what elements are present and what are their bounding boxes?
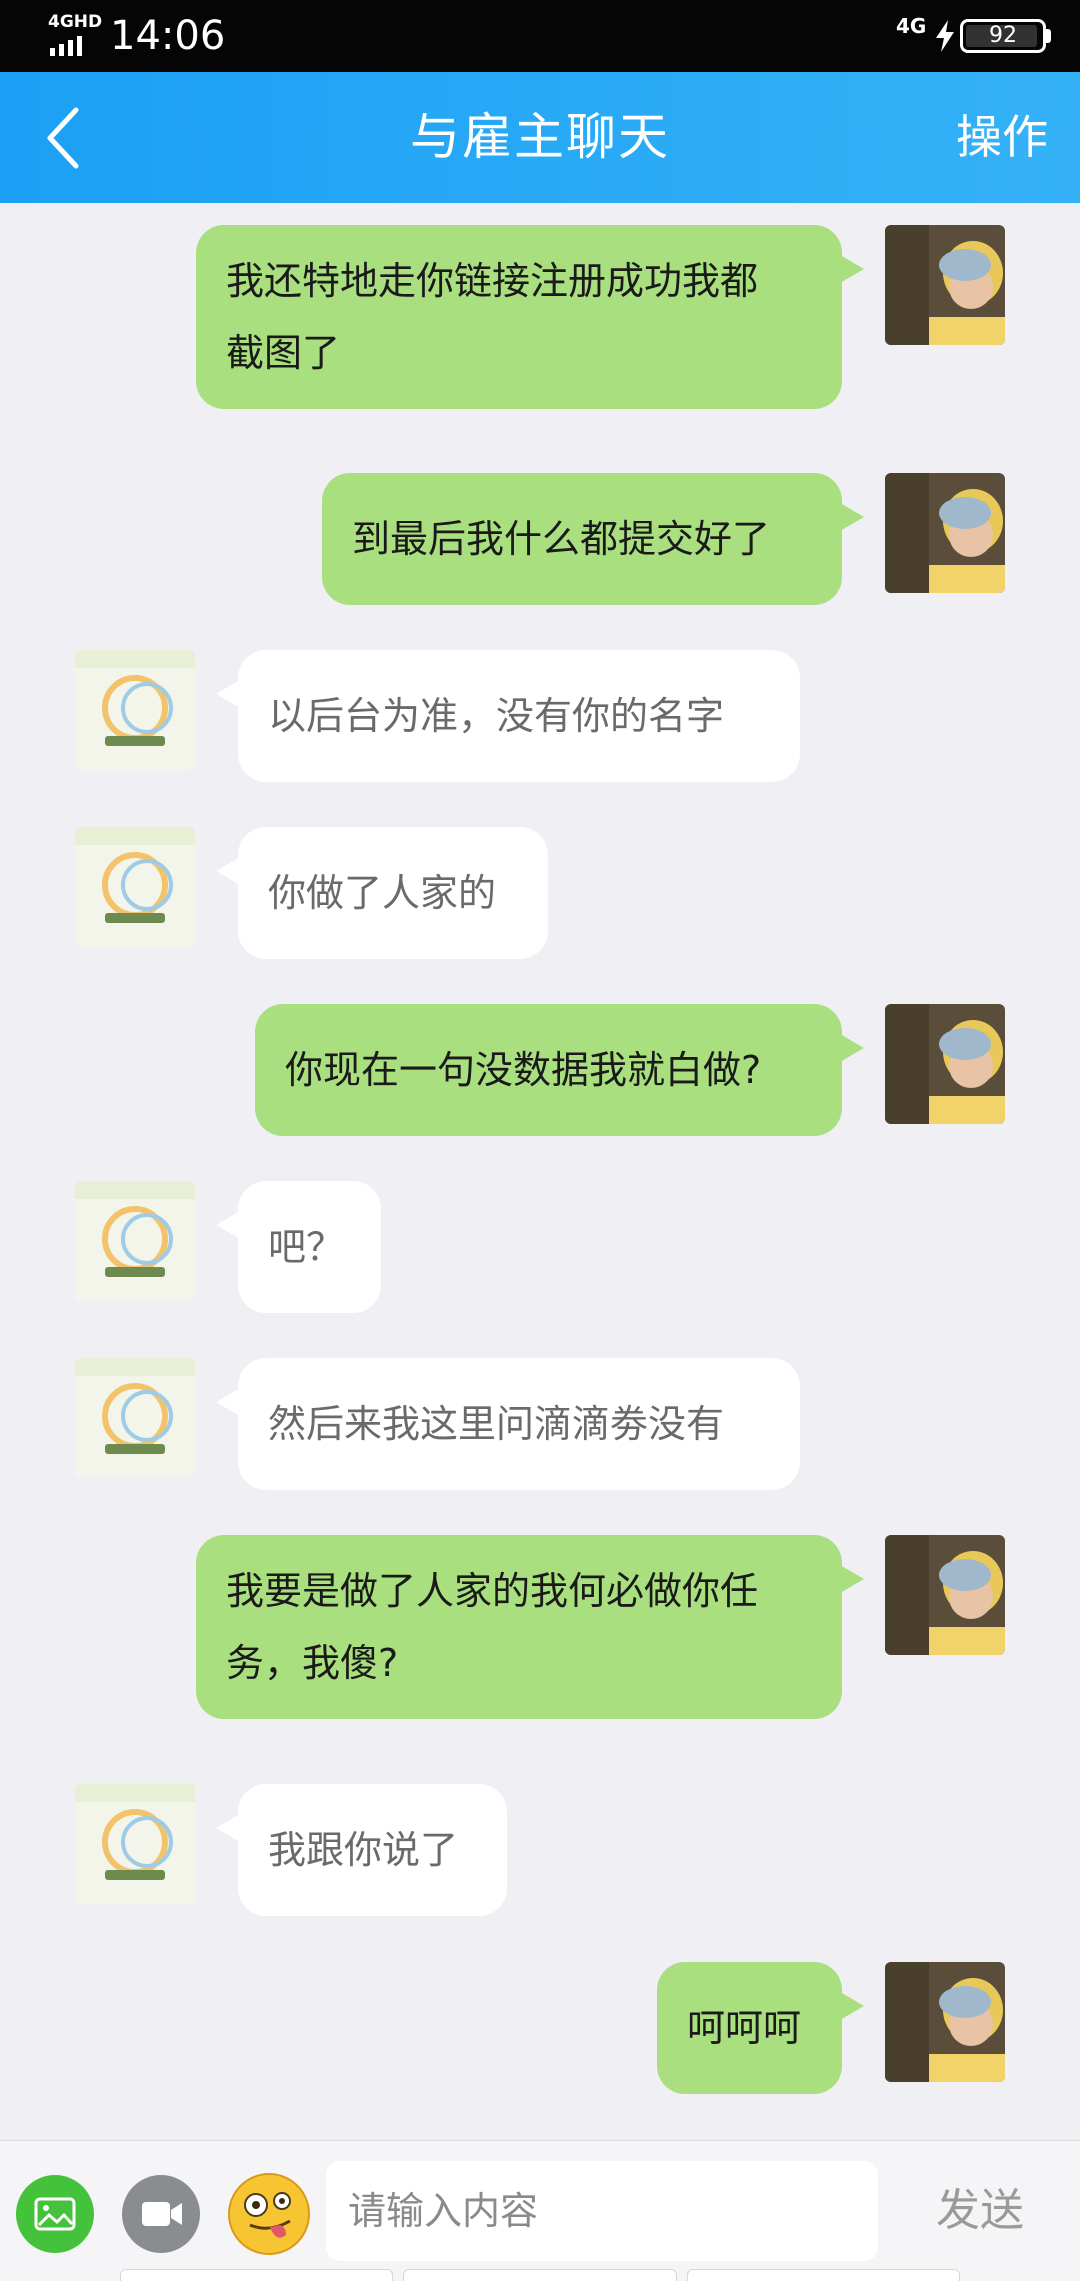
message-bubble-other[interactable]: 吧？ — [216, 1181, 381, 1313]
message-text: 吧？ — [268, 1225, 345, 1269]
video-button[interactable] — [122, 2175, 200, 2253]
employer-avatar[interactable] — [75, 1181, 195, 1301]
battery-icon: 92 — [960, 19, 1046, 53]
emoji-icon — [228, 2173, 310, 2255]
status-bar: 4GHD 14:06 4G 92 — [0, 0, 1080, 72]
network-type-label: 4GHD — [48, 12, 103, 32]
employer-avatar[interactable] — [75, 1784, 195, 1904]
keyboard-suggestion-strip — [120, 2269, 960, 2281]
message-bubble-self[interactable]: 你现在一句没数据我就白做? — [255, 1004, 864, 1136]
employer-avatar[interactable] — [75, 650, 195, 770]
message-text-line: 我还特地走你链接注册成功我都 — [226, 259, 759, 303]
battery-level: 92 — [989, 23, 1017, 48]
message-list[interactable]: 我还特地走你链接注册成功我都 截图了 到最后我什么都提交好了 以后台为准，没有你… — [0, 203, 1080, 2140]
self-avatar[interactable] — [885, 1962, 1005, 2082]
self-avatar[interactable] — [885, 225, 1005, 345]
image-button[interactable] — [16, 2175, 94, 2253]
self-avatar[interactable] — [885, 1004, 1005, 1124]
input-bar: 发送 — [0, 2140, 1080, 2281]
message-text: 以后台为准，没有你的名字 — [268, 694, 725, 738]
send-button[interactable]: 发送 — [900, 2161, 1060, 2261]
message-text-line: 务，我傻? — [226, 1641, 399, 1685]
operations-button[interactable]: 操作 — [956, 72, 1048, 203]
employer-avatar[interactable] — [75, 1358, 195, 1478]
chat-header: 与雇主聊天 操作 — [0, 72, 1080, 203]
suggestion-tab — [686, 2269, 960, 2281]
message-text: 然后来我这里问滴滴劵没有 — [268, 1402, 725, 1446]
message-bubble-self[interactable]: 我还特地走你链接注册成功我都 截图了 — [196, 225, 864, 409]
signal-icon: 4GHD — [48, 12, 103, 56]
emoji-button[interactable] — [226, 2171, 312, 2257]
suggestion-tab — [120, 2269, 394, 2281]
charging-icon — [936, 20, 954, 52]
message-bubble-other[interactable]: 以后台为准，没有你的名字 — [216, 650, 800, 782]
self-avatar[interactable] — [885, 1535, 1005, 1655]
message-text-line: 我要是做了人家的我何必做你任 — [226, 1569, 759, 1613]
message-text: 我跟你说了 — [268, 1828, 459, 1872]
page-title: 与雇主聊天 — [410, 108, 670, 166]
message-bubble-other[interactable]: 我跟你说了 — [216, 1784, 507, 1916]
suggestion-tab — [403, 2269, 677, 2281]
message-bubble-other[interactable]: 你做了人家的 — [216, 827, 548, 959]
message-text: 你现在一句没数据我就白做? — [285, 1048, 762, 1092]
message-text: 呵呵呵 — [687, 2006, 802, 2050]
message-bubble-self[interactable]: 我要是做了人家的我何必做你任 务，我傻? — [196, 1535, 864, 1719]
battery-tip — [1046, 29, 1051, 43]
message-bubble-self[interactable]: 呵呵呵 — [657, 1962, 864, 2094]
message-bubble-other[interactable]: 然后来我这里问滴滴劵没有 — [216, 1358, 800, 1490]
message-text: 你做了人家的 — [268, 871, 497, 915]
message-input[interactable] — [326, 2161, 878, 2261]
self-avatar[interactable] — [885, 473, 1005, 593]
secondary-network-label: 4G — [896, 14, 927, 38]
clock: 14:06 — [110, 13, 226, 59]
video-camera-icon — [142, 2202, 182, 2226]
message-text-line: 截图了 — [226, 331, 341, 375]
employer-avatar[interactable] — [75, 827, 195, 947]
image-icon — [34, 2197, 76, 2231]
message-text: 到最后我什么都提交好了 — [352, 517, 771, 561]
message-bubble-self[interactable]: 到最后我什么都提交好了 — [322, 473, 864, 605]
